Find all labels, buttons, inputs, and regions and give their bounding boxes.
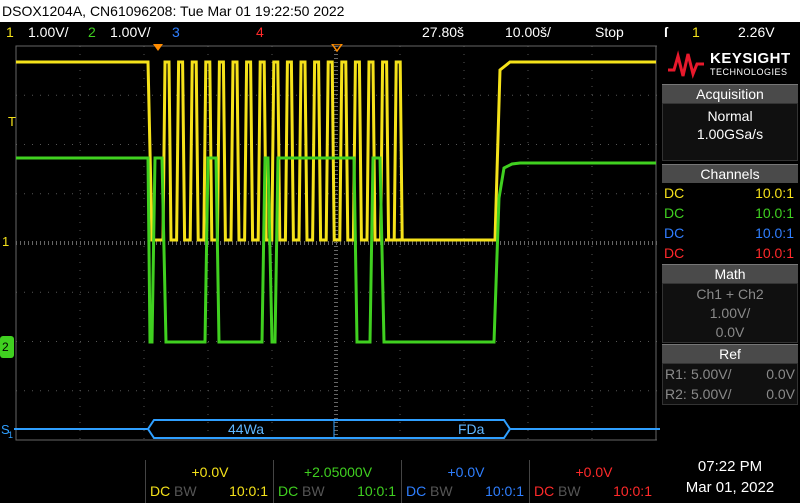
ch3-offset: +0.0V: [447, 464, 485, 480]
ch3-number[interactable]: 3: [172, 22, 180, 42]
ch1-bw-limit: BW: [174, 483, 197, 499]
serial-packet-2: FDa: [458, 421, 485, 437]
clock: 07:22 PM Mar 01, 2022: [660, 458, 800, 496]
trigger-level-marker[interactable]: T: [8, 114, 16, 129]
ch1-number[interactable]: 1: [6, 22, 14, 42]
trigger-channel[interactable]: 1: [692, 22, 700, 42]
acquisition-panel: Normal 1.00GSa/s: [662, 103, 798, 161]
ch2-probe-ratio: 10.0:1: [755, 205, 794, 221]
ch3-coupling: DC: [664, 225, 685, 241]
channels-panel: DC 10.0:1 DC 10.0:1 DC 10.0:1 DC 10.0:1: [662, 183, 798, 263]
math-panel: Ch1 + Ch2 1.00V/ 0.0V: [662, 283, 798, 343]
ref2-offset: 0.0V: [766, 386, 795, 402]
sample-rate: 1.00GSa/s: [696, 126, 764, 142]
trigger-edge-icon: ſ: [664, 24, 668, 40]
acquisition-header[interactable]: Acquisition: [662, 84, 798, 103]
keysight-wave-icon: [668, 50, 704, 79]
ref1-offset: 0.0V: [766, 366, 795, 382]
ch2-offset: +2.05000V: [303, 464, 373, 480]
ch3-bottom-coupling: DC: [406, 483, 427, 499]
ch2-bottom-coupling: DC: [278, 483, 299, 499]
ch4-softkey[interactable]: +0.0V DC BW 10:0:1: [529, 460, 658, 503]
ch2-bw-limit: BW: [302, 483, 325, 499]
run-state[interactable]: Stop: [595, 22, 624, 42]
math-offset: 0.0V: [715, 324, 745, 340]
ch1-ground-marker[interactable]: 1: [2, 234, 9, 249]
channel-row-2[interactable]: DC 10.0:1: [662, 203, 798, 223]
window-title: DSOX1204A, CN61096208: Tue Mar 01 19:22:…: [0, 0, 800, 22]
ch1-scale[interactable]: 1.00V/: [28, 22, 68, 42]
ref2-label: R2:: [665, 386, 687, 402]
ch4-bottom-coupling: DC: [534, 483, 555, 499]
time-position[interactable]: 27.80š: [422, 22, 464, 42]
ref-panel: R1: 5.00V/ 0.0V R2: 5.00V/ 0.0V: [662, 363, 798, 405]
ref1-scale: 5.00V/: [691, 366, 732, 382]
ch3-bottom-ratio: 10:0:1: [485, 483, 524, 499]
channel-row-4[interactable]: DC 10.0:1: [662, 243, 798, 263]
ch1-coupling: DC: [664, 185, 685, 201]
ref1-label: R1:: [665, 366, 687, 382]
ch4-probe-ratio: 10.0:1: [755, 245, 794, 261]
ch1-probe-ratio: 10.0:1: [755, 185, 794, 201]
ch1-offset: +0.0V: [191, 464, 229, 480]
ch2-ground-label: 2: [2, 340, 9, 354]
ch4-offset: +0.0V: [575, 464, 613, 480]
waveform-display[interactable]: 44Wa FDa T 1 2 S 1: [0, 44, 660, 444]
clock-date: Mar 01, 2022: [685, 479, 775, 496]
status-bar: 1 1.00V/ 2 1.00V/ 3 4 27.80š 10.00š/ Sto…: [0, 22, 800, 44]
ch2-bottom-ratio: 10:0:1: [357, 483, 396, 499]
channel-row-1[interactable]: DC 10.0:1: [662, 183, 798, 203]
ch3-probe-ratio: 10.0:1: [755, 225, 794, 241]
math-header[interactable]: Math: [662, 264, 798, 283]
logo-sub: TECHNOLOGIES: [710, 67, 788, 77]
ch4-number[interactable]: 4: [256, 22, 264, 42]
math-function: Ch1 + Ch2: [696, 286, 764, 302]
channel-row-3[interactable]: DC 10.0:1: [662, 223, 798, 243]
ch4-coupling: DC: [664, 245, 685, 261]
ch4-bottom-ratio: 10:0:1: [613, 483, 652, 499]
logo-brand: KEYSIGHT: [710, 50, 791, 67]
ch4-bw-limit: BW: [558, 483, 581, 499]
channels-header[interactable]: Channels: [662, 164, 798, 183]
keysight-logo: KEYSIGHT TECHNOLOGIES: [660, 44, 800, 82]
ch3-softkey[interactable]: +0.0V DC BW 10:0:1: [401, 460, 530, 503]
ch2-number[interactable]: 2: [88, 22, 96, 42]
ref2-scale: 5.00V/: [691, 386, 732, 402]
ch3-bw-limit: BW: [430, 483, 453, 499]
serial-packet-1: 44Wa: [228, 421, 264, 437]
trigger-level[interactable]: 2.26V: [738, 22, 775, 42]
ch1-bottom-coupling: DC: [150, 483, 171, 499]
acquisition-mode: Normal: [707, 108, 753, 124]
time-scale[interactable]: 10.00š/: [505, 22, 551, 42]
ch2-scale[interactable]: 1.00V/: [110, 22, 150, 42]
ch1-softkey[interactable]: +0.0V DC BW 10:0:1: [145, 460, 274, 503]
ch2-coupling: DC: [664, 205, 685, 221]
serial-bus-index: 1: [8, 430, 13, 440]
ch2-softkey[interactable]: +2.05000V DC BW 10:0:1: [273, 460, 402, 503]
ch1-bottom-ratio: 10:0:1: [229, 483, 268, 499]
clock-time: 07:22 PM: [697, 458, 763, 475]
math-scale: 1.00V/: [709, 305, 751, 321]
ref-header[interactable]: Ref: [662, 344, 798, 363]
